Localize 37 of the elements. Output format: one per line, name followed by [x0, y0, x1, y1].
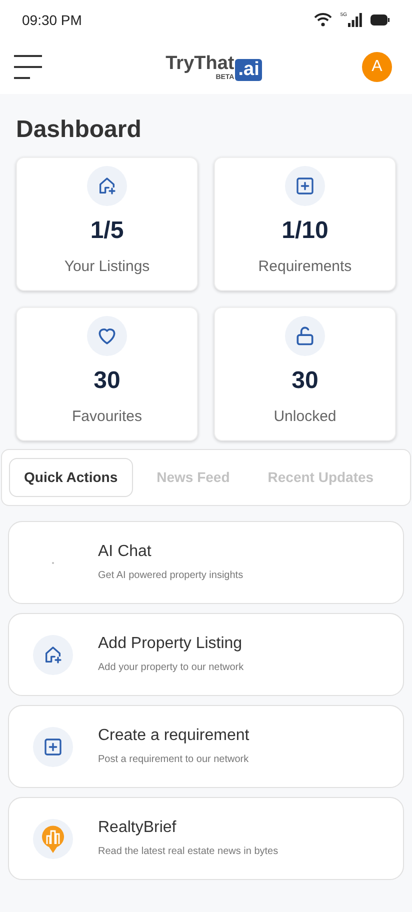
tab[interactable]: Quick Actions	[9, 458, 133, 497]
action-card[interactable]: RealtyBrief Read the latest real estate news in bytes	[8, 797, 404, 880]
stat-label: Your Listings	[64, 259, 150, 274]
action-title: RealtyBrief	[98, 820, 178, 836]
signal-icon	[348, 13, 362, 27]
stat-value: 30	[292, 369, 318, 393]
square-plus-icon	[43, 736, 63, 756]
square-plus-icon	[295, 176, 315, 196]
action-subtitle: Add your property to our network	[98, 663, 244, 673]
stat-value: 30	[94, 369, 120, 393]
house-plus-icon	[97, 176, 117, 196]
status-time: 09:30 PM	[22, 10, 82, 30]
unlock-icon	[294, 325, 316, 347]
wifi-icon	[314, 13, 332, 27]
action-card[interactable]: Add Property Listing Add your property to our network	[8, 613, 404, 696]
action-subtitle: Post a requirement to our network	[98, 755, 250, 765]
stat-label: Requirements	[258, 259, 352, 274]
action-title: Add Property Listing	[98, 636, 244, 652]
stat-card[interactable]: 30 Unlocked	[214, 307, 396, 441]
action-subtitle: Read the latest real estate news in bytes	[98, 847, 278, 857]
stat-label: Unlocked	[274, 409, 336, 424]
stat-value: 1/5	[90, 219, 124, 243]
stat-value: 1/10	[282, 219, 328, 243]
stat-label: Favourites	[72, 409, 142, 424]
stat-card[interactable]: 30 Favourites	[16, 307, 198, 441]
action-card[interactable]: AI Chat Get AI powered property insights	[8, 521, 404, 604]
action-subtitle: Get AI powered property insights	[98, 571, 244, 581]
battery-icon	[370, 14, 390, 26]
action-card[interactable]: Create a requirement Post a requirement to our network	[8, 705, 404, 788]
page-title: Dashboard	[16, 118, 142, 142]
action-title: AI Chat	[98, 544, 152, 560]
stat-card[interactable]: 1/10 Requirements	[214, 157, 396, 291]
pin-buildings-icon	[41, 824, 65, 854]
action-title: Create a requirement	[98, 728, 250, 744]
menu-button[interactable]	[14, 55, 42, 79]
house-plus-icon	[43, 644, 63, 664]
stat-card[interactable]: 1/5 Your Listings	[16, 157, 198, 291]
